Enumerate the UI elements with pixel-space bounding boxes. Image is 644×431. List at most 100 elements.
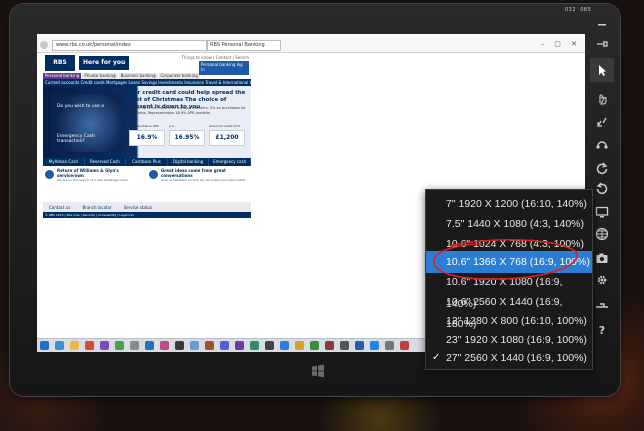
app-icon[interactable] — [295, 341, 304, 350]
branch-link[interactable]: Branch locator — [76, 205, 117, 210]
resolution-menu: 7" 1920 X 1200 (16:10, 140%) 7.5" 1440 X… — [425, 189, 593, 370]
option-label: 10.6" 1366 X 768 (16:9, 100%) — [446, 256, 590, 268]
rate-label: Representative APR — [129, 124, 159, 128]
feature-link[interactable]: Digital banking — [168, 158, 210, 166]
app-icon[interactable] — [325, 341, 334, 350]
service-link[interactable]: Service status — [118, 205, 158, 210]
app-icon[interactable] — [160, 341, 169, 350]
app-icon[interactable] — [145, 341, 154, 350]
resolution-icon — [595, 206, 609, 218]
dock-button[interactable] — [590, 294, 614, 318]
rbs-tagline: Here for you — [79, 56, 130, 70]
rotate-counterclockwise-button[interactable] — [590, 176, 614, 200]
app-icon[interactable] — [265, 341, 274, 350]
pin-button[interactable] — [590, 32, 614, 56]
rate-value: 16.95% — [169, 130, 205, 146]
feature-link[interactable]: MyAdvan Card — [43, 158, 85, 166]
explorer-icon[interactable] — [70, 341, 79, 350]
rate-value: 16.9% — [129, 130, 165, 146]
pointer-mode-button[interactable] — [590, 58, 614, 82]
option-label: 7.5" 1440 X 1080 (4:3, 140%) — [446, 218, 584, 230]
feature-link[interactable]: Reserved Cash — [85, 158, 127, 166]
resolution-option[interactable]: 7" 1920 X 1200 (16:10, 140%) — [426, 193, 592, 215]
feature-link[interactable]: Cashback Plus — [126, 158, 168, 166]
windows-home-button[interactable] — [311, 363, 325, 378]
info-text: We are on the launch of a new challenger… — [57, 178, 128, 182]
clock-readout: 032 085 — [565, 7, 591, 13]
window-controls[interactable]: – ▢ ✕ — [541, 40, 581, 48]
app-icon[interactable] — [235, 341, 244, 350]
touch-icon — [599, 94, 607, 105]
pinch-zoom-button[interactable] — [590, 110, 614, 134]
clock-left: 032 — [565, 7, 577, 13]
app-icon[interactable] — [220, 341, 229, 350]
resolution-option[interactable]: 10.6" 1920 X 1080 (16:9, 140%) — [426, 271, 592, 310]
app-icon[interactable] — [130, 341, 139, 350]
app-icon[interactable] — [190, 341, 199, 350]
checkmark-icon: ✓ — [432, 352, 441, 363]
svg-text:?: ? — [599, 324, 605, 337]
hero-body: 0% for up to 16 months on balance transf… — [129, 106, 246, 115]
settings-button[interactable] — [590, 268, 614, 292]
back-button[interactable] — [40, 41, 48, 49]
help-button[interactable]: ? — [590, 318, 614, 342]
app-icon[interactable] — [115, 341, 124, 350]
rbs-top-links[interactable]: Things to know | Contact | Search — [182, 55, 249, 60]
info-panel[interactable]: Return of Williams & Glyn's service/own … — [43, 166, 147, 202]
rbs-contact-bar: Contact us Branch locator Service status — [43, 202, 251, 212]
rotate-counter-icon — [596, 182, 608, 195]
info-text: Give us feedback on how we can make your… — [161, 178, 246, 182]
option-label: 27" 2560 X 1440 (16:9, 100%) — [446, 352, 587, 364]
pin-icon — [597, 41, 608, 47]
rotate-touch-icon — [596, 141, 608, 149]
camera-icon — [596, 253, 608, 263]
rbs-logo[interactable]: RBS — [45, 55, 75, 71]
app-icon[interactable] — [385, 341, 394, 350]
app-icon[interactable] — [250, 341, 259, 350]
rbs-login-box[interactable]: Personal banking log in — [199, 61, 249, 75]
touch-mode-button[interactable] — [590, 86, 614, 110]
minimize-button[interactable] — [590, 10, 614, 34]
rbs-footer[interactable]: © RBS 2013 | Site map | Security | Acces… — [43, 212, 251, 218]
browser-toolbar: www.rbs.co.uk/personal/index RBS Persona… — [37, 38, 585, 53]
option-label: 7" 1920 X 1200 (16:10, 140%) — [446, 198, 587, 210]
vs-icon[interactable] — [100, 341, 109, 350]
chrome-icon[interactable] — [85, 341, 94, 350]
help-icon: ? — [599, 324, 605, 337]
skype-icon[interactable] — [370, 341, 379, 350]
hero-photo-line: Emergency Cash transaction? — [57, 134, 95, 144]
network-button[interactable] — [590, 222, 614, 246]
change-resolution-button[interactable] — [590, 200, 614, 224]
rotate-clockwise-icon — [596, 162, 608, 175]
start-icon[interactable] — [40, 341, 49, 350]
resolution-option-selected[interactable]: 10.6" 1366 X 768 (16:9, 100%) — [426, 251, 592, 273]
app-icon[interactable] — [400, 341, 409, 350]
settings-icon — [597, 275, 607, 285]
info-title: Return of Williams & Glyn's service/own — [57, 168, 119, 178]
app-icon[interactable] — [175, 341, 184, 350]
app-icon[interactable] — [280, 341, 289, 350]
app-icon[interactable] — [355, 341, 364, 350]
contact-link[interactable]: Contact us — [43, 205, 76, 210]
browser-tab[interactable]: RBS Personal Banking — [207, 40, 281, 51]
feature-link[interactable]: Emergency cash — [209, 158, 251, 166]
rbs-subnav[interactable]: Current accounts Credit cards Mortgages … — [43, 79, 251, 86]
dock-icon — [596, 303, 608, 308]
app-icon[interactable] — [340, 341, 349, 350]
ie-icon[interactable] — [55, 341, 64, 350]
network-icon — [595, 227, 609, 241]
pointer-icon — [599, 65, 606, 76]
app-icon[interactable] — [205, 341, 214, 350]
info-panel[interactable]: Great ideas come from great conversation… — [147, 166, 251, 202]
hero-photo: Do you wish to use a Emergency Cash tran… — [51, 94, 121, 152]
resolution-option-checked[interactable]: ✓ 27" 2560 X 1440 (16:9, 100%) — [426, 347, 592, 369]
rbs-feature-strip: MyAdvan Card Reserved Cash Cashback Plus… — [43, 158, 251, 166]
rbs-hero-banner[interactable]: Do you wish to use a Emergency Cash tran… — [43, 86, 251, 158]
info-icon — [149, 170, 158, 179]
address-bar[interactable]: www.rbs.co.uk/personal/index — [52, 40, 207, 51]
resolution-option[interactable]: 7.5" 1440 X 1080 (4:3, 140%) — [426, 213, 592, 235]
minimize-icon — [598, 24, 606, 26]
screenshot-button[interactable] — [590, 246, 614, 270]
app-icon[interactable] — [310, 341, 319, 350]
rotate-touch-button[interactable] — [590, 132, 614, 156]
